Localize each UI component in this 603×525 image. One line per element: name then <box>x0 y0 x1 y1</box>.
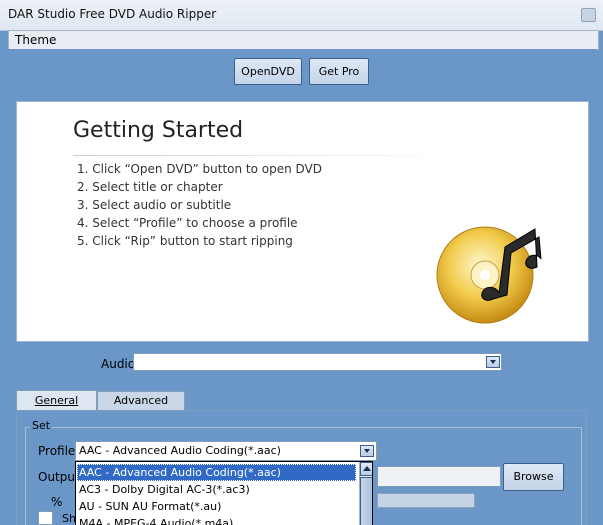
tab-general-option[interactable]: General Option <box>16 390 97 426</box>
percent-label: % <box>51 495 63 509</box>
chevron-down-icon[interactable] <box>360 445 374 457</box>
progress-bar <box>377 493 475 508</box>
profile-option[interactable]: M4A - MPEG-4 Audio(*.m4a) <box>77 515 356 525</box>
profile-label: Profile <box>38 444 76 458</box>
step-item: 1. Click “Open DVD” button to open DVD <box>77 162 323 176</box>
profile-select[interactable]: AAC - Advanced Audio Coding(*.aac) <box>75 441 377 461</box>
music-disc-icon <box>436 226 542 324</box>
profile-option[interactable]: AAC - Advanced Audio Coding(*.aac) <box>77 464 356 481</box>
profile-dropdown-list: AAC - Advanced Audio Coding(*.aac) AC3 -… <box>75 461 373 525</box>
audio-label: Audio <box>101 357 136 371</box>
set-legend: Set <box>30 419 53 432</box>
output-label: Output <box>38 470 80 484</box>
step-item: 3. Select audio or subtitle <box>77 198 232 212</box>
profile-option[interactable]: AC3 - Dolby Digital AC-3(*.ac3) <box>77 481 356 498</box>
output-path-field[interactable] <box>377 466 501 487</box>
audio-select[interactable] <box>133 353 502 371</box>
getting-started-title: Getting Started <box>73 118 244 143</box>
chevron-down-icon[interactable] <box>486 356 500 368</box>
checkbox-label: Sh <box>62 512 76 525</box>
browse-button[interactable]: Browse <box>503 463 564 491</box>
profile-option[interactable]: AU - SUN AU Format(*.au) <box>77 498 356 515</box>
title-bar: DAR Studio Free DVD Audio Ripper <box>0 0 603 31</box>
open-dvd-button[interactable]: OpenDVD <box>234 58 302 85</box>
title-divider <box>73 155 463 156</box>
menu-bar: Theme <box>8 30 599 50</box>
menu-theme[interactable]: Theme <box>15 33 56 47</box>
close-icon[interactable] <box>581 8 596 22</box>
arrow-up-icon[interactable] <box>360 462 372 476</box>
tab-advanced-option[interactable]: Advanced Option <box>97 391 185 425</box>
getting-started-panel: Getting Started 1. Click “Open DVD” butt… <box>16 101 589 342</box>
scroll-thumb[interactable] <box>360 477 372 525</box>
option-checkbox[interactable] <box>38 511 53 525</box>
dropdown-scrollbar[interactable] <box>359 462 372 525</box>
step-item: 4. Select “Profile” to choose a profile <box>77 216 298 230</box>
step-item: 5. Click “Rip” button to start ripping <box>77 234 293 248</box>
get-pro-button[interactable]: Get Pro <box>309 58 369 85</box>
window-title: DAR Studio Free DVD Audio Ripper <box>8 7 217 21</box>
step-item: 2. Select title or chapter <box>77 180 223 194</box>
profile-value: AAC - Advanced Audio Coding(*.aac) <box>79 444 281 457</box>
steps-list: 1. Click “Open DVD” button to open DVD 2… <box>77 160 322 250</box>
